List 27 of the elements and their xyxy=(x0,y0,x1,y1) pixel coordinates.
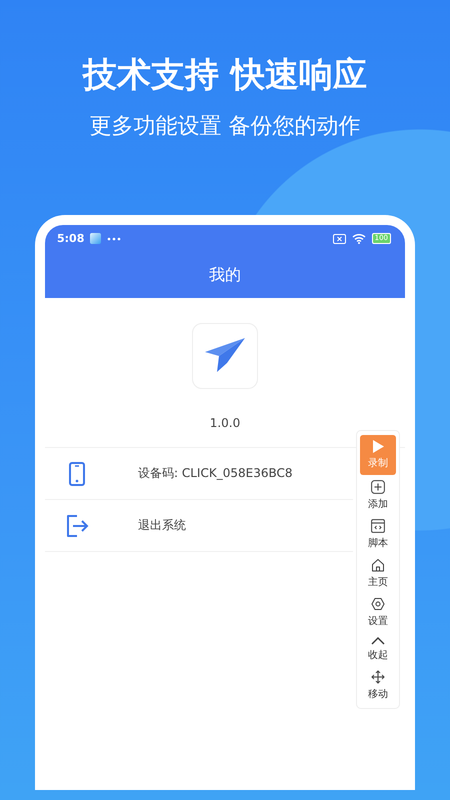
exit-icon xyxy=(65,514,89,538)
toolbar-button[interactable]: 设置 xyxy=(360,594,396,631)
toolbar-button[interactable]: 脚本 xyxy=(360,516,396,553)
code-window-icon xyxy=(371,519,385,533)
wifi-icon xyxy=(352,233,366,244)
menu-row[interactable]: 退出系统 xyxy=(45,500,353,552)
home-icon xyxy=(371,558,385,572)
toolbar-button[interactable]: 收起 xyxy=(360,633,396,665)
app-version: 1.0.0 xyxy=(210,416,240,430)
settings-icon xyxy=(371,597,385,611)
toolbar-button[interactable]: 添加 xyxy=(360,477,396,514)
subheadline: 更多功能设置 备份您的动作 xyxy=(88,113,362,141)
no-sim-icon xyxy=(332,234,346,244)
chevron-up-icon xyxy=(371,636,385,645)
move-icon xyxy=(371,670,385,684)
headline: 技术支持 快速响应 xyxy=(81,54,368,97)
menu-label: 退出系统 xyxy=(138,517,186,534)
play-icon xyxy=(372,440,384,453)
app-notification-icon xyxy=(90,233,102,244)
toolbar-button[interactable]: 主页 xyxy=(360,555,396,592)
menu-label: 设备码: CLICK_058E36BC8 xyxy=(138,465,292,482)
status-time: 5:08 xyxy=(57,232,84,245)
toolbar-button[interactable]: 移动 xyxy=(360,667,396,704)
app-bar-title: 我的 xyxy=(209,264,241,286)
more-icon xyxy=(107,236,122,240)
menu-row[interactable]: 设备码: CLICK_058E36BC8 xyxy=(45,448,353,500)
add-icon xyxy=(371,480,385,494)
